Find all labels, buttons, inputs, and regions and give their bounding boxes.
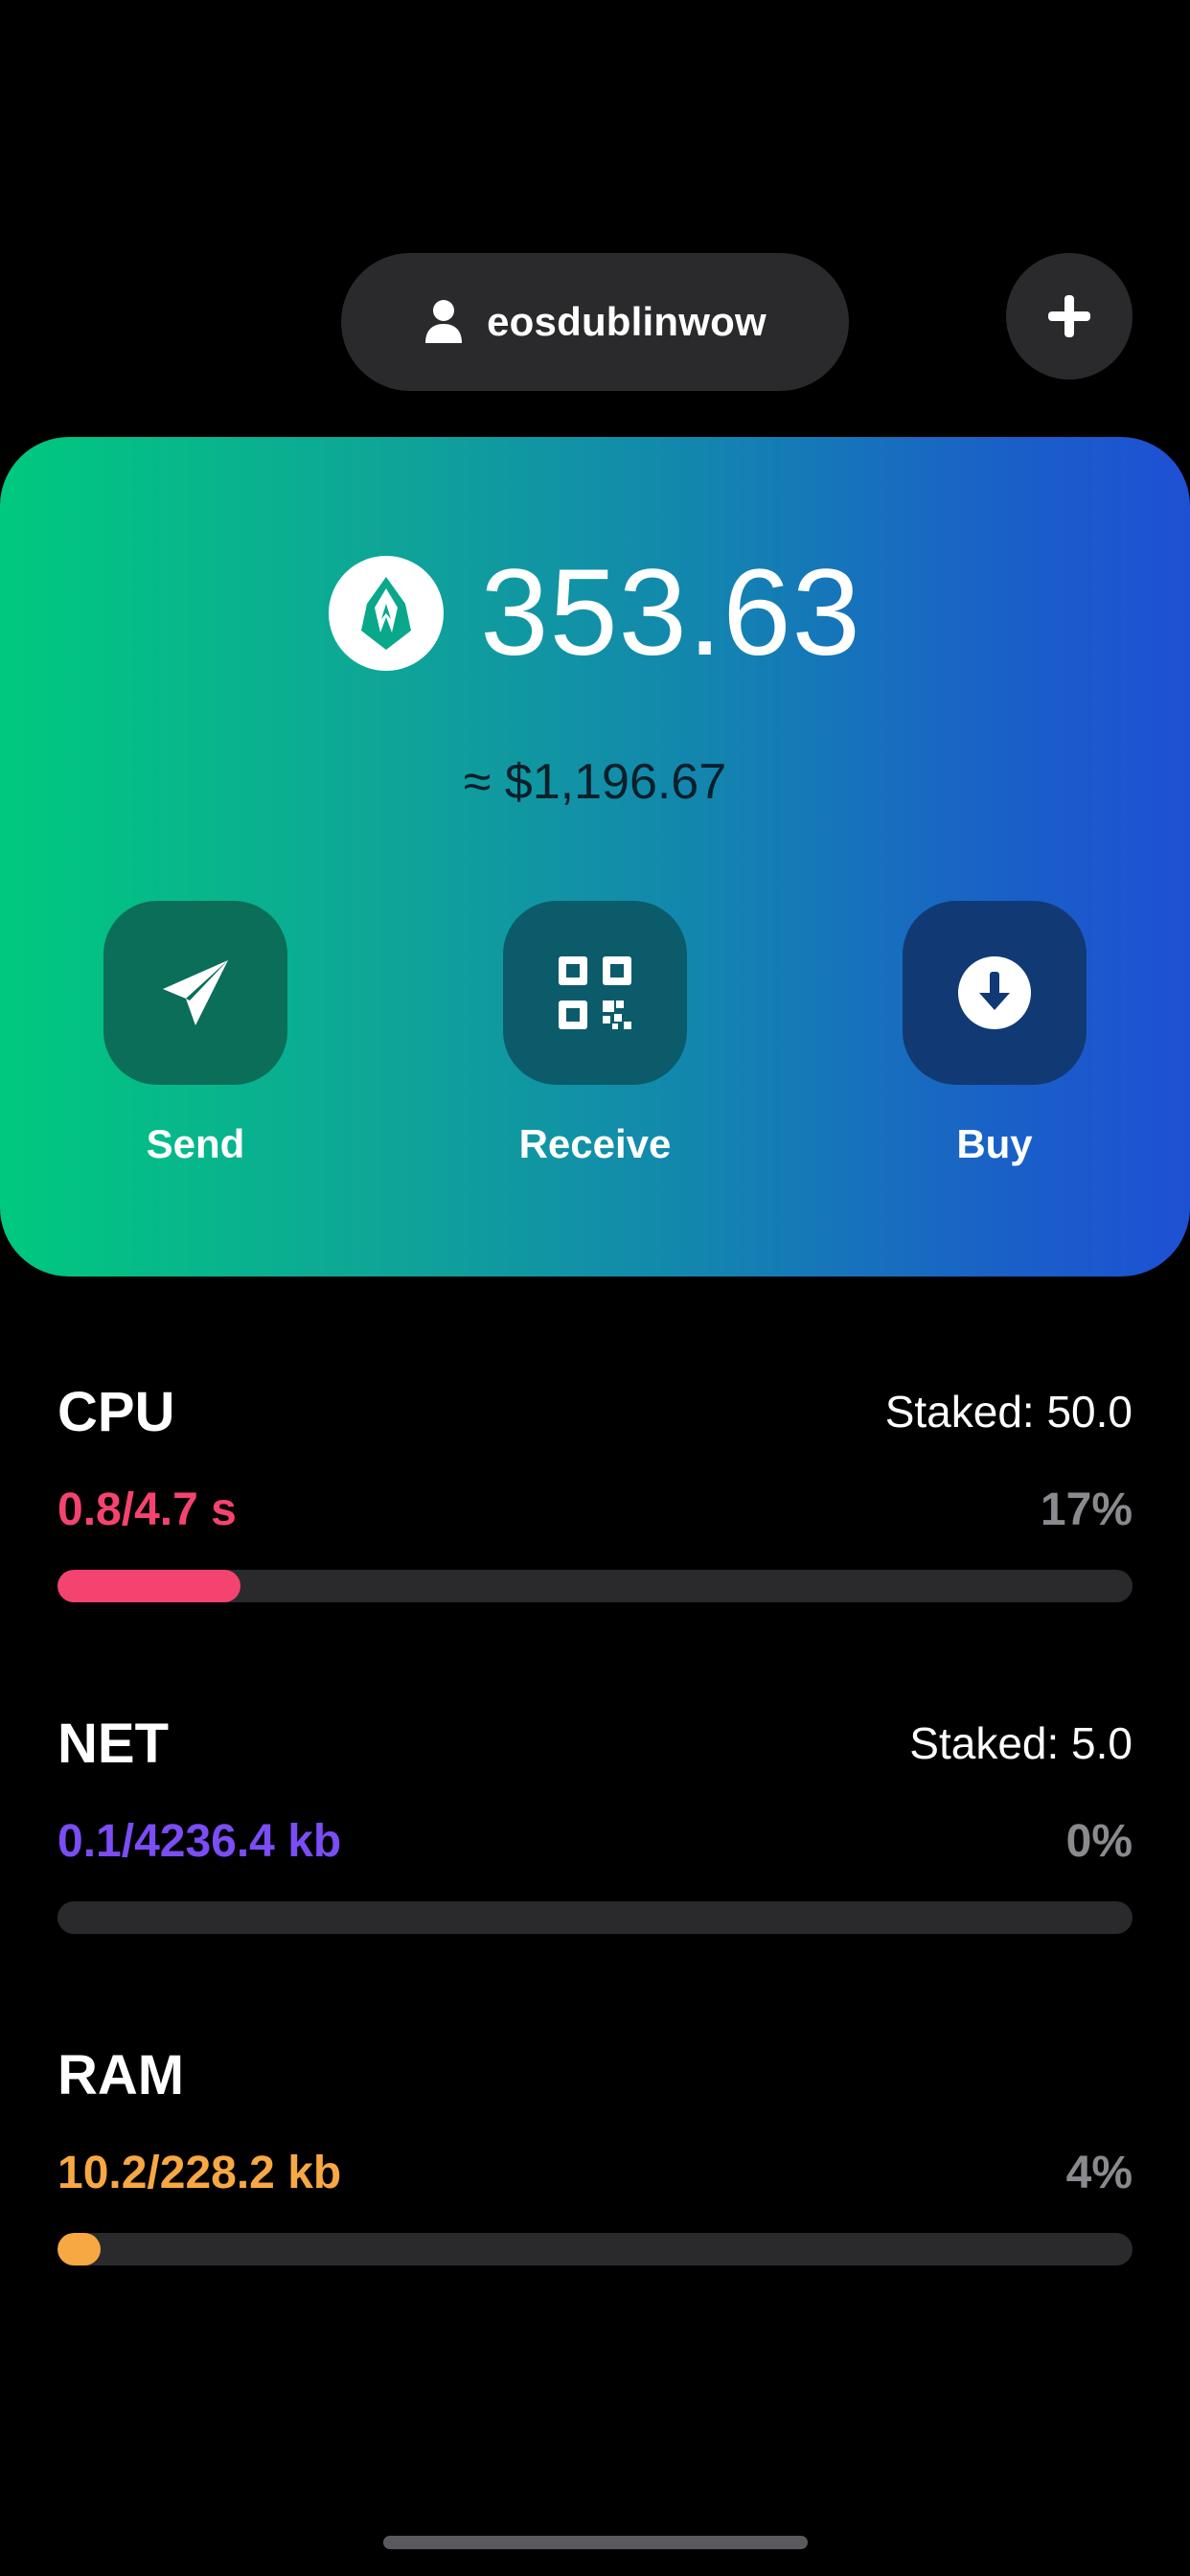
- balance-amount: 353.63: [480, 544, 861, 681]
- download-arrow-icon: [958, 956, 1031, 1029]
- home-indicator[interactable]: [383, 2536, 808, 2549]
- receive-label: Receive: [518, 1121, 672, 1166]
- receive-tile[interactable]: [503, 901, 687, 1085]
- usage-percent: 4%: [1065, 2148, 1133, 2198]
- buy-label: Buy: [956, 1121, 1033, 1166]
- receive-button[interactable]: Receive: [503, 901, 687, 1167]
- balance-card: 353.63 ≈ $1,196.67 Send Receive Buy: [0, 437, 1190, 1276]
- paper-plane-icon: [163, 960, 228, 1025]
- plus-icon: [1048, 295, 1090, 337]
- net-resource: NET Staked: 5.0 0.1/4236.4 kb 0%: [57, 1712, 1133, 1951]
- resource-usage: 10.2/228.2 kb: [57, 2148, 342, 2198]
- usage-bar-fill: [57, 1570, 240, 1602]
- resource-name: NET: [57, 1713, 169, 1775]
- send-button[interactable]: Send: [103, 901, 287, 1167]
- staked-amount: Staked: 5.0: [909, 1718, 1133, 1768]
- qr-code-icon: [559, 956, 631, 1029]
- usage-percent: 17%: [1040, 1484, 1133, 1535]
- account-selector-button[interactable]: eosdublinwow: [341, 253, 849, 391]
- usage-percent: 0%: [1065, 1816, 1133, 1867]
- usage-bar-fill: [57, 2233, 101, 2266]
- fiat-value: ≈ $1,196.67: [463, 754, 727, 810]
- buy-tile[interactable]: [903, 901, 1087, 1085]
- resource-usage: 0.8/4.7 s: [57, 1484, 237, 1535]
- resource-name: RAM: [57, 2044, 185, 2106]
- buy-button[interactable]: Buy: [903, 901, 1087, 1167]
- wallet-screen: eosdublinwow 353.63 ≈ $1,196.67 Send Rec…: [0, 0, 1190, 2576]
- usage-bar: [57, 1901, 1133, 1934]
- add-account-button[interactable]: [1006, 253, 1133, 380]
- balance-row: 353.63: [0, 552, 1190, 675]
- usage-bar: [57, 2233, 1133, 2266]
- staked-amount: Staked: 50.0: [884, 1387, 1133, 1437]
- action-buttons: Send Receive Buy: [0, 901, 1190, 1188]
- eos-token-icon: [329, 556, 445, 671]
- ram-resource: RAM 10.2/228.2 kb 4%: [57, 2043, 1133, 2283]
- send-tile[interactable]: [103, 901, 287, 1085]
- usage-bar: [57, 1570, 1133, 1602]
- resource-name: CPU: [57, 1381, 175, 1443]
- send-label: Send: [146, 1121, 245, 1166]
- person-icon: [425, 300, 463, 343]
- resource-usage: 0.1/4236.4 kb: [57, 1816, 342, 1867]
- cpu-resource: CPU Staked: 50.0 0.8/4.7 s 17%: [57, 1380, 1133, 1620]
- account-name: eosdublinwow: [487, 299, 767, 344]
